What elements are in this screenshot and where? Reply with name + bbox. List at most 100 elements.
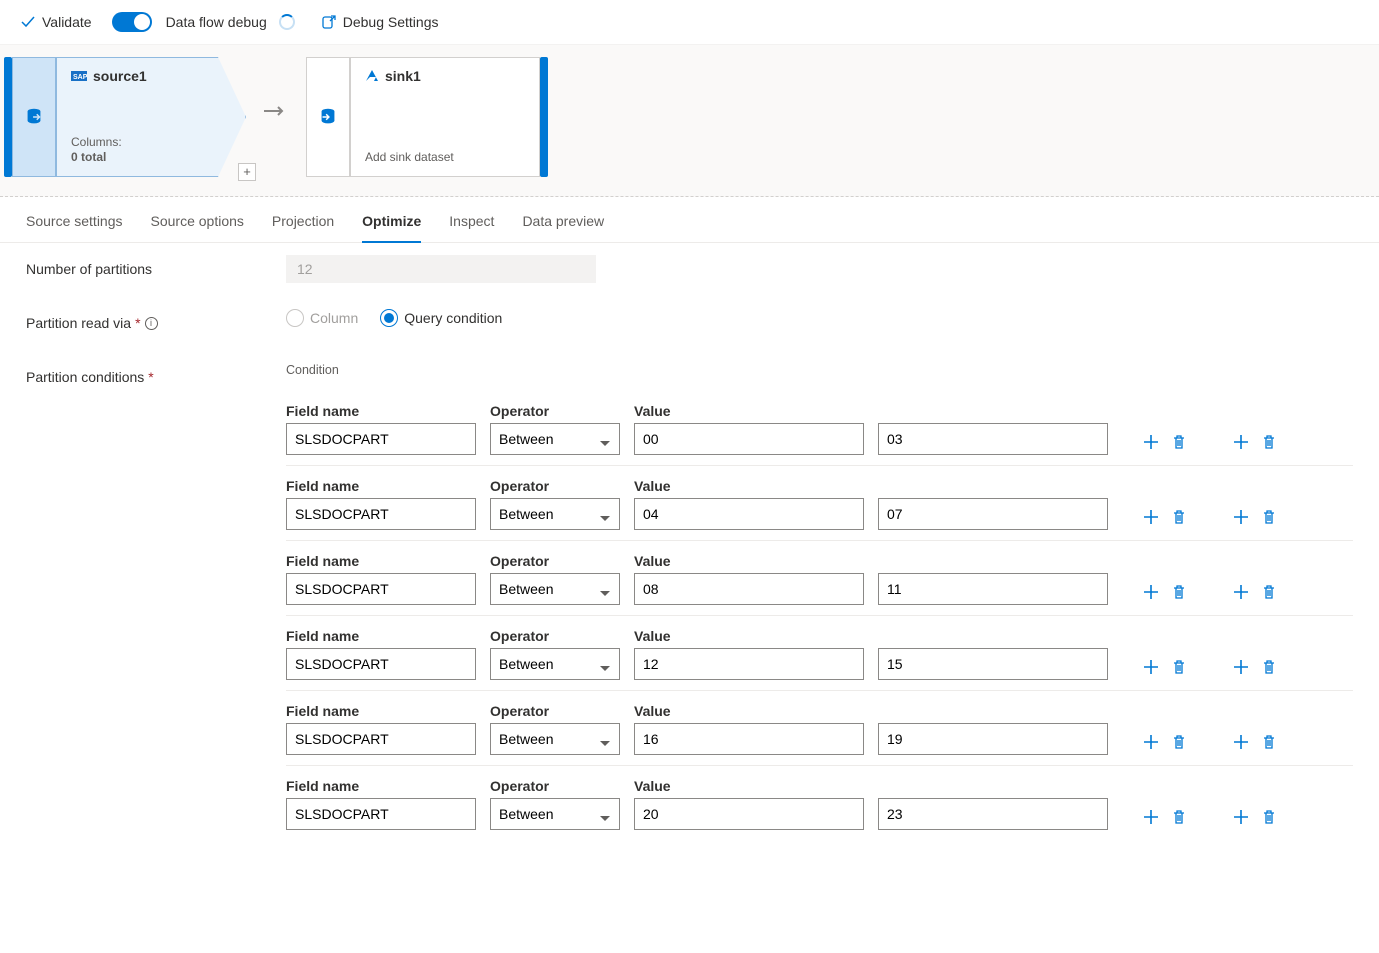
- tab-projection[interactable]: Projection: [272, 213, 334, 242]
- settings-export-icon: [321, 14, 337, 30]
- condition-row: Field name Operator Value: [286, 391, 1353, 466]
- source-title-text: source1: [93, 68, 147, 84]
- check-icon: [20, 14, 36, 30]
- field-name-input[interactable]: [286, 423, 476, 455]
- value-to-input[interactable]: [878, 723, 1108, 755]
- tab-optimize[interactable]: Optimize: [362, 213, 421, 243]
- sap-icon: SAP: [71, 71, 87, 81]
- value-from-input[interactable]: [634, 498, 864, 530]
- radio-icon: [380, 309, 398, 327]
- value-header: Value: [634, 778, 864, 794]
- node-rail: [4, 57, 12, 177]
- value-from-input[interactable]: [634, 573, 864, 605]
- sink-node-meta: Add sink dataset: [365, 150, 525, 166]
- tab-inspect[interactable]: Inspect: [449, 213, 494, 242]
- add-condition-button[interactable]: [1232, 583, 1250, 601]
- add-condition-inner-button[interactable]: [1142, 433, 1160, 451]
- condition-row: Field name Operator Value: [286, 616, 1353, 691]
- operator-header: Operator: [490, 553, 620, 569]
- delete-condition-button[interactable]: [1260, 583, 1278, 601]
- delete-condition-button[interactable]: [1260, 658, 1278, 676]
- field-name-header: Field name: [286, 628, 476, 644]
- value-to-input[interactable]: [878, 573, 1108, 605]
- conditions-column: Condition Field name Operator Value Fiel: [286, 363, 1353, 840]
- condition-subheader: Condition: [286, 363, 1353, 377]
- tab-source-settings[interactable]: Source settings: [26, 213, 123, 242]
- source-node[interactable]: SAP source1 Columns: 0 total +: [4, 57, 246, 177]
- operator-select[interactable]: [490, 573, 620, 605]
- value-header: Value: [634, 703, 864, 719]
- value-to-input[interactable]: [878, 648, 1108, 680]
- delete-condition-inner-button[interactable]: [1170, 583, 1188, 601]
- delete-condition-inner-button[interactable]: [1170, 733, 1188, 751]
- row-read-via: Partition read via * i Column Query cond…: [26, 309, 1353, 331]
- database-in-icon: [317, 106, 339, 128]
- value-from-input[interactable]: [634, 648, 864, 680]
- value-to-input[interactable]: [878, 423, 1108, 455]
- dataflow-canvas[interactable]: SAP source1 Columns: 0 total + sink1 Add…: [0, 45, 1379, 197]
- field-name-input[interactable]: [286, 498, 476, 530]
- add-condition-inner-button[interactable]: [1142, 733, 1160, 751]
- operator-header: Operator: [490, 628, 620, 644]
- add-condition-button[interactable]: [1232, 433, 1250, 451]
- read-via-options: Column Query condition: [286, 309, 502, 327]
- validate-button[interactable]: Validate: [20, 14, 92, 30]
- operator-header: Operator: [490, 703, 620, 719]
- required-marker: *: [135, 315, 140, 331]
- required-marker: *: [148, 369, 153, 385]
- delete-condition-button[interactable]: [1260, 508, 1278, 526]
- delete-condition-inner-button[interactable]: [1170, 433, 1188, 451]
- add-condition-inner-button[interactable]: [1142, 508, 1160, 526]
- num-partitions-label: Number of partitions: [26, 255, 286, 277]
- add-condition-button[interactable]: [1232, 658, 1250, 676]
- value-to-input[interactable]: [878, 498, 1108, 530]
- add-condition-inner-button[interactable]: [1142, 583, 1160, 601]
- add-condition-button[interactable]: [1232, 508, 1250, 526]
- source-node-body: SAP source1 Columns: 0 total: [56, 57, 246, 177]
- sink-node[interactable]: sink1 Add sink dataset: [306, 57, 548, 177]
- field-name-input[interactable]: [286, 573, 476, 605]
- field-name-input[interactable]: [286, 723, 476, 755]
- dataflow-debug-toggle[interactable]: [112, 12, 152, 32]
- add-condition-inner-button[interactable]: [1142, 658, 1160, 676]
- delete-condition-button[interactable]: [1260, 433, 1278, 451]
- field-name-header: Field name: [286, 703, 476, 719]
- row-partition-conditions: Partition conditions * Condition Field n…: [26, 363, 1353, 840]
- row-num-partitions: Number of partitions 12: [26, 255, 1353, 283]
- tab-source-options[interactable]: Source options: [151, 213, 244, 242]
- database-out-icon: [23, 106, 45, 128]
- field-name-input[interactable]: [286, 648, 476, 680]
- debug-settings-button[interactable]: Debug Settings: [321, 14, 439, 30]
- field-name-header: Field name: [286, 553, 476, 569]
- operator-select[interactable]: [490, 648, 620, 680]
- svg-text:SAP: SAP: [73, 74, 87, 81]
- tab-data-preview[interactable]: Data preview: [522, 213, 604, 242]
- read-via-label: Partition read via * i: [26, 309, 286, 331]
- add-step-button[interactable]: +: [238, 163, 256, 181]
- node-rail: [540, 57, 548, 177]
- add-condition-button[interactable]: [1232, 733, 1250, 751]
- operator-select[interactable]: [490, 498, 620, 530]
- loading-spinner-icon: [279, 14, 295, 30]
- value-from-input[interactable]: [634, 723, 864, 755]
- operator-select[interactable]: [490, 798, 620, 830]
- info-icon[interactable]: i: [145, 317, 158, 330]
- delete-condition-button[interactable]: [1260, 808, 1278, 826]
- sink-title-text: sink1: [385, 68, 421, 84]
- value-to-input[interactable]: [878, 798, 1108, 830]
- operator-select[interactable]: [490, 723, 620, 755]
- delete-condition-inner-button[interactable]: [1170, 508, 1188, 526]
- delete-condition-button[interactable]: [1260, 733, 1278, 751]
- operator-select[interactable]: [490, 423, 620, 455]
- delete-condition-inner-button[interactable]: [1170, 658, 1188, 676]
- value-from-input[interactable]: [634, 423, 864, 455]
- radio-column[interactable]: Column: [286, 309, 358, 327]
- radio-query-condition[interactable]: Query condition: [380, 309, 502, 327]
- delete-condition-inner-button[interactable]: [1170, 808, 1188, 826]
- value-from-input[interactable]: [634, 798, 864, 830]
- add-condition-button[interactable]: [1232, 808, 1250, 826]
- add-condition-inner-button[interactable]: [1142, 808, 1160, 826]
- num-partitions-value: 12: [286, 255, 596, 283]
- field-name-input[interactable]: [286, 798, 476, 830]
- field-name-header: Field name: [286, 778, 476, 794]
